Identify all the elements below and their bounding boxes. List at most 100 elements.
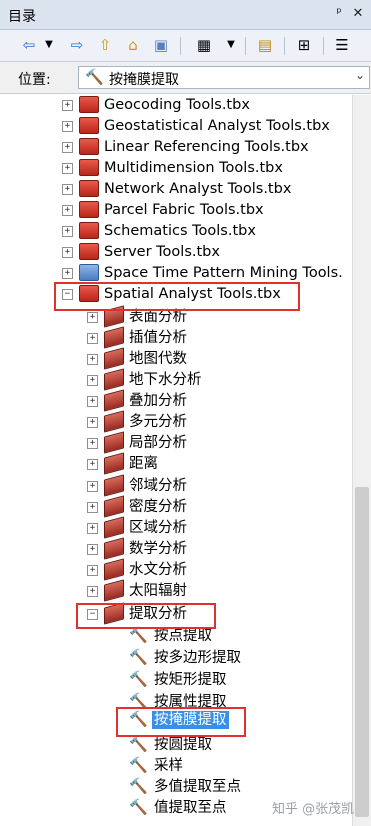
toolset-icon	[104, 410, 124, 433]
toolset-icon	[104, 305, 124, 328]
location-combobox[interactable]: 🔨 按掩膜提取 ⌄	[78, 66, 370, 89]
details-icon[interactable]: ☰	[333, 36, 351, 54]
view-dropdown-icon[interactable]: ▼	[222, 36, 240, 54]
collapse-icon[interactable]: −	[62, 289, 73, 300]
expand-icon[interactable]: +	[62, 226, 73, 237]
back-arrow-icon[interactable]: ⇦	[20, 36, 38, 54]
toolset-icon	[104, 474, 124, 497]
hammer-icon: 🔨	[85, 68, 104, 86]
tree-item-label: 按矩形提取	[154, 672, 227, 688]
tree-item-label: 插值分析	[129, 330, 187, 346]
pin-icon[interactable]: ᵖ	[331, 5, 347, 23]
expand-icon[interactable]: +	[87, 544, 98, 555]
toolset-icon	[104, 326, 124, 349]
expand-icon[interactable]: +	[87, 438, 98, 449]
location-bar: 位置: 🔨 按掩膜提取 ⌄	[0, 62, 371, 94]
tree-item-label: 地下水分析	[129, 372, 202, 388]
view-options-icon[interactable]: ▦	[195, 36, 213, 54]
toolbox-icon	[79, 180, 99, 197]
toolset-icon	[104, 537, 124, 560]
tree-item-label: 按圆提取	[154, 737, 212, 753]
expand-icon[interactable]: +	[87, 502, 98, 513]
tree-item-label: Space Time Pattern Mining Tools.	[104, 265, 343, 281]
toolset-icon	[104, 452, 124, 475]
expand-icon[interactable]: +	[87, 354, 98, 365]
expand-icon[interactable]: +	[87, 333, 98, 344]
expand-icon[interactable]: +	[87, 375, 98, 386]
expand-icon[interactable]: +	[62, 184, 73, 195]
tree-item-label: 区域分析	[129, 520, 187, 536]
tree-item-label: 多值提取至点	[154, 779, 241, 795]
catalog-toolbar: ⇦ ▼ ⇨ ⇧ ⌂ ▣ ▦ ▼ ▤ ⊞ ☰	[0, 30, 371, 62]
hammer-icon: 🔨	[129, 692, 148, 710]
panel-title: 目录	[8, 9, 36, 25]
tree-item-label: Parcel Fabric Tools.tbx	[104, 202, 264, 218]
hammer-icon: 🔨	[129, 777, 148, 795]
tree-item-label: 按点提取	[154, 628, 212, 644]
toolset-icon	[104, 368, 124, 391]
expand-icon[interactable]: +	[87, 481, 98, 492]
catalog-tree: + Geocoding Tools.tbx + Geostatistical A…	[0, 95, 352, 826]
tree-item-label: Multidimension Tools.tbx	[104, 160, 283, 176]
connect-folder-icon[interactable]: ▣	[152, 36, 170, 54]
tree-item-label: 距离	[129, 456, 158, 472]
tree-item-label: Geocoding Tools.tbx	[104, 97, 250, 113]
expand-icon[interactable]: +	[87, 417, 98, 428]
tree-item-label: Linear Referencing Tools.tbx	[104, 139, 309, 155]
expand-icon[interactable]: +	[87, 396, 98, 407]
toolbox-icon	[79, 264, 99, 281]
toolbox-icon	[79, 117, 99, 134]
toolbox-icon	[79, 201, 99, 218]
scrollbar-thumb[interactable]	[355, 487, 369, 817]
expand-icon[interactable]: +	[87, 523, 98, 534]
close-icon[interactable]: ✕	[350, 5, 366, 23]
new-toolbox-icon[interactable]: ▤	[256, 36, 274, 54]
hammer-icon: 🔨	[129, 648, 148, 666]
back-dropdown-icon[interactable]: ▼	[40, 36, 58, 54]
hammer-icon: 🔨	[129, 735, 148, 753]
tree-item-label: 密度分析	[129, 499, 187, 515]
up-folder-icon[interactable]: ⇧	[96, 36, 114, 54]
home-icon[interactable]: ⌂	[124, 36, 142, 54]
tree-item-label: Spatial Analyst Tools.tbx	[104, 286, 281, 302]
toolbar-separator	[245, 37, 246, 55]
toolbox-icon	[79, 159, 99, 176]
expand-icon[interactable]: +	[62, 121, 73, 132]
tree-item-label: Network Analyst Tools.tbx	[104, 181, 292, 197]
catalog-title-bar: 目录 ᵖ ✕	[0, 0, 371, 30]
expand-icon[interactable]: +	[62, 142, 73, 153]
expand-icon[interactable]: +	[87, 586, 98, 597]
toolset-icon	[104, 558, 124, 581]
chevron-down-icon[interactable]: ⌄	[355, 68, 365, 82]
watermark: 知乎 @张茂凯	[272, 802, 355, 817]
hammer-icon: 🔨	[129, 798, 148, 816]
expand-icon[interactable]: +	[62, 205, 73, 216]
toolbar-separator	[180, 37, 181, 55]
toolbar-separator	[284, 37, 285, 55]
tree-item-label: 按多边形提取	[154, 650, 241, 666]
location-label: 位置:	[18, 72, 51, 88]
hammer-icon: 🔨	[129, 670, 148, 688]
vertical-scrollbar[interactable]	[352, 95, 371, 826]
tree-item-label: 地图代数	[129, 351, 187, 367]
expand-icon[interactable]: +	[62, 100, 73, 111]
tree-view-icon[interactable]: ⊞	[295, 36, 313, 54]
tree-item-label: 采样	[154, 758, 183, 774]
expand-icon[interactable]: +	[87, 459, 98, 470]
expand-icon[interactable]: +	[87, 565, 98, 576]
forward-arrow-icon[interactable]: ⇨	[68, 36, 86, 54]
expand-icon[interactable]: +	[62, 247, 73, 258]
collapse-icon[interactable]: −	[87, 609, 98, 620]
tree-item-label: 太阳辐射	[129, 583, 187, 599]
tree-item-label: 值提取至点	[154, 800, 227, 816]
toolset-icon	[104, 347, 124, 370]
toolbar-separator	[323, 37, 324, 55]
hammer-icon: 🔨	[129, 756, 148, 774]
toolset-icon	[104, 516, 124, 539]
expand-icon[interactable]: +	[62, 163, 73, 174]
toolset-icon	[104, 495, 124, 518]
expand-icon[interactable]: +	[62, 268, 73, 279]
tree-item-label: 多元分析	[129, 414, 187, 430]
expand-icon[interactable]: +	[87, 312, 98, 323]
tree-item-label: 局部分析	[129, 435, 187, 451]
